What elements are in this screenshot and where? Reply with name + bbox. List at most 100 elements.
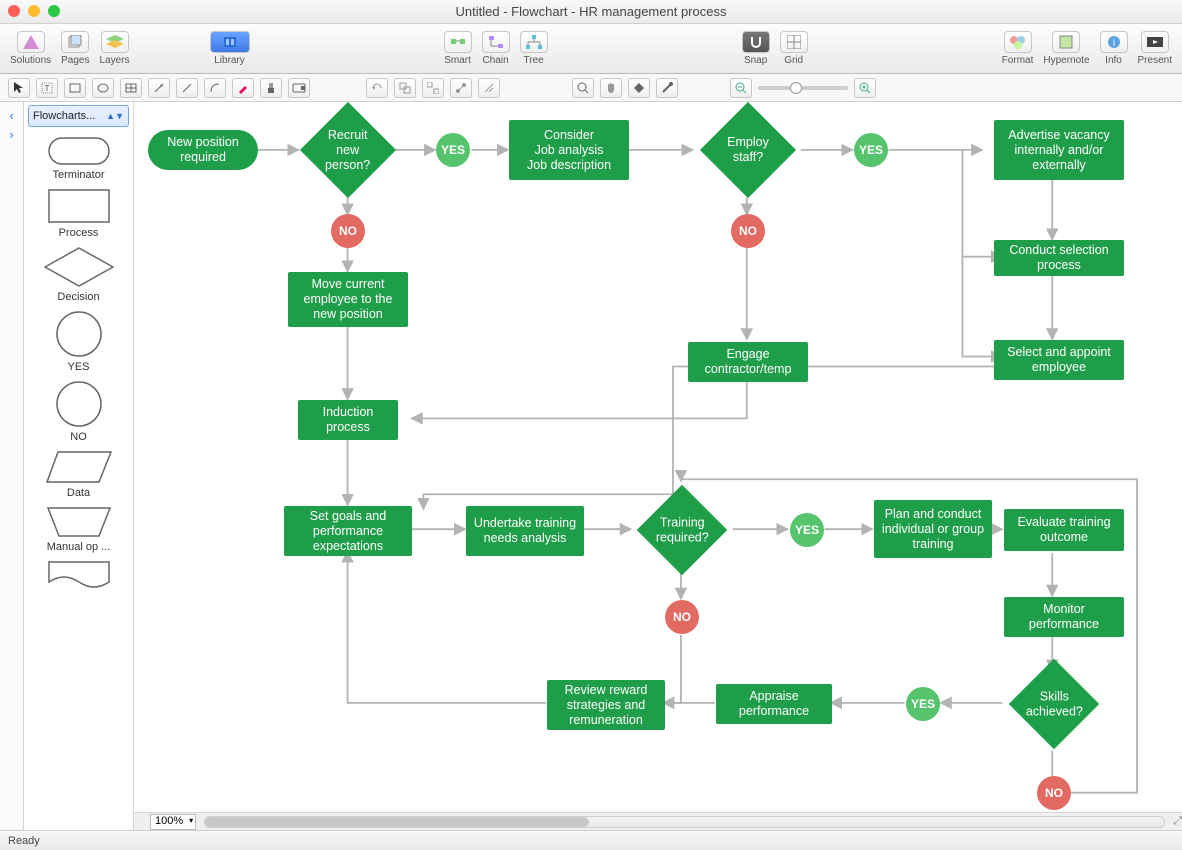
node-set-goals[interactable]: Set goals and performance expectations xyxy=(284,506,412,556)
node-yes-2[interactable]: YES xyxy=(854,133,888,167)
node-advertise-vacancy[interactable]: Advertise vacancy internally and/or exte… xyxy=(994,120,1124,180)
smart-label: Smart xyxy=(444,55,471,66)
close-button[interactable] xyxy=(8,5,20,17)
node-text: Select and appoint employee xyxy=(1000,345,1118,375)
node-yes-4[interactable]: YES xyxy=(906,687,940,721)
hypernote-label: Hypernote xyxy=(1043,55,1089,66)
node-no-4[interactable]: NO xyxy=(1037,776,1071,810)
node-consider-analysis[interactable]: Consider Job analysis Job description xyxy=(509,120,629,180)
shape-process[interactable]: Process xyxy=(48,189,110,239)
node-conduct-selection[interactable]: Conduct selection process xyxy=(994,240,1124,276)
node-no-1[interactable]: NO xyxy=(331,214,365,248)
title-bar: Untitled - Flowchart - HR management pro… xyxy=(0,0,1182,24)
node-yes-1[interactable]: YES xyxy=(436,133,470,167)
svg-text:T: T xyxy=(45,84,50,93)
pages-button[interactable]: Pages xyxy=(61,31,89,66)
present-button[interactable]: Present xyxy=(1138,31,1172,66)
canvas[interactable]: New position required Recruit new person… xyxy=(134,102,1182,812)
shape-decision[interactable]: Decision xyxy=(44,247,114,303)
node-no-3[interactable]: NO xyxy=(665,600,699,634)
pen-tool[interactable] xyxy=(232,78,254,98)
library-selector[interactable]: Flowcharts... ▲▼ xyxy=(28,105,129,127)
text-tool[interactable]: T xyxy=(36,78,58,98)
table-tool[interactable] xyxy=(120,78,142,98)
solutions-button[interactable]: Solutions xyxy=(10,31,51,66)
node-review-reward[interactable]: Review reward strategies and remuneratio… xyxy=(547,680,665,730)
misc-tool[interactable] xyxy=(478,78,500,98)
arrow-tool[interactable] xyxy=(148,78,170,98)
shape-yes[interactable]: YES xyxy=(56,311,102,373)
shape-terminator[interactable]: Terminator xyxy=(48,137,110,181)
nav-forward[interactable]: › xyxy=(9,127,13,142)
node-text: YES xyxy=(441,143,465,157)
layers-button[interactable]: Layers xyxy=(100,31,130,66)
fit-icon[interactable]: ⤢ xyxy=(1173,815,1182,828)
grid-button[interactable]: Grid xyxy=(780,31,808,66)
node-select-appoint[interactable]: Select and appoint employee xyxy=(994,340,1124,380)
node-induction[interactable]: Induction process xyxy=(298,400,398,440)
shape-data[interactable]: Data xyxy=(46,451,112,499)
snap-button[interactable]: Snap xyxy=(742,31,770,66)
shape-label: YES xyxy=(67,361,89,373)
info-button[interactable]: i Info xyxy=(1100,31,1128,66)
nav-back[interactable]: ‹ xyxy=(9,108,13,123)
toolbar-main: Solutions Pages Layers Library Smart Cha… xyxy=(0,24,1182,74)
magnifier-tool[interactable] xyxy=(572,78,594,98)
stamp-tool[interactable] xyxy=(260,78,282,98)
shape-label: Data xyxy=(67,487,90,499)
node-no-2[interactable]: NO xyxy=(731,214,765,248)
node-new-position[interactable]: New position required xyxy=(148,130,258,170)
ungroup-tool[interactable] xyxy=(422,78,444,98)
node-monitor-performance[interactable]: Monitor performance xyxy=(1004,597,1124,637)
library-button[interactable]: Library xyxy=(210,31,250,66)
hypernote-button[interactable]: Hypernote xyxy=(1043,31,1089,66)
node-plan-conduct-training[interactable]: Plan and conduct individual or group tra… xyxy=(874,500,992,558)
svg-text:i: i xyxy=(1112,38,1114,49)
present-label: Present xyxy=(1138,55,1172,66)
zoom-button[interactable] xyxy=(48,5,60,17)
ellipse-tool[interactable] xyxy=(92,78,114,98)
tree-label: Tree xyxy=(523,55,543,66)
zoom-in[interactable] xyxy=(854,78,876,98)
bucket-tool[interactable] xyxy=(628,78,650,98)
connector-tool[interactable] xyxy=(450,78,472,98)
zoom-out[interactable] xyxy=(730,78,752,98)
shape-document[interactable] xyxy=(48,561,110,589)
eyedropper-tool[interactable] xyxy=(656,78,678,98)
node-text: NO xyxy=(673,610,691,624)
solutions-label: Solutions xyxy=(10,55,51,66)
zoom-slider[interactable] xyxy=(758,86,848,90)
line-tool[interactable] xyxy=(176,78,198,98)
chain-button[interactable]: Chain xyxy=(482,31,510,66)
zoom-dropdown[interactable]: 100% xyxy=(150,814,196,830)
wallet-tool[interactable] xyxy=(288,78,310,98)
canvas-area: New position required Recruit new person… xyxy=(134,102,1182,830)
undo-tool[interactable] xyxy=(366,78,388,98)
node-engage-contractor[interactable]: Engage contractor/temp xyxy=(688,342,808,382)
shape-no[interactable]: NO xyxy=(56,381,102,443)
group-tool[interactable] xyxy=(394,78,416,98)
info-label: Info xyxy=(1105,55,1122,66)
toolbar-tools: T xyxy=(0,74,1182,102)
rect-tool[interactable] xyxy=(64,78,86,98)
node-text: Conduct selection process xyxy=(1000,243,1118,273)
horizontal-scrollbar[interactable] xyxy=(204,816,1165,828)
chevron-updown-icon: ▲▼ xyxy=(106,111,124,121)
node-undertake-analysis[interactable]: Undertake training needs analysis xyxy=(466,506,584,556)
hand-tool[interactable] xyxy=(600,78,622,98)
node-text: NO xyxy=(1045,786,1063,800)
pointer-tool[interactable] xyxy=(8,78,30,98)
minimize-button[interactable] xyxy=(28,5,40,17)
status-bar: Ready xyxy=(0,830,1182,850)
status-text: Ready xyxy=(8,835,40,847)
smart-button[interactable]: Smart xyxy=(444,31,472,66)
node-text: Consider Job analysis Job description xyxy=(527,128,611,173)
node-move-employee[interactable]: Move current employee to the new positio… xyxy=(288,272,408,327)
node-yes-3[interactable]: YES xyxy=(790,513,824,547)
shape-manual-op[interactable]: Manual op ... xyxy=(47,507,111,553)
tree-button[interactable]: Tree xyxy=(520,31,548,66)
node-evaluate-training[interactable]: Evaluate training outcome xyxy=(1004,509,1124,551)
curve-tool[interactable] xyxy=(204,78,226,98)
format-button[interactable]: Format xyxy=(1002,31,1034,66)
node-appraise-performance[interactable]: Appraise performance xyxy=(716,684,832,724)
